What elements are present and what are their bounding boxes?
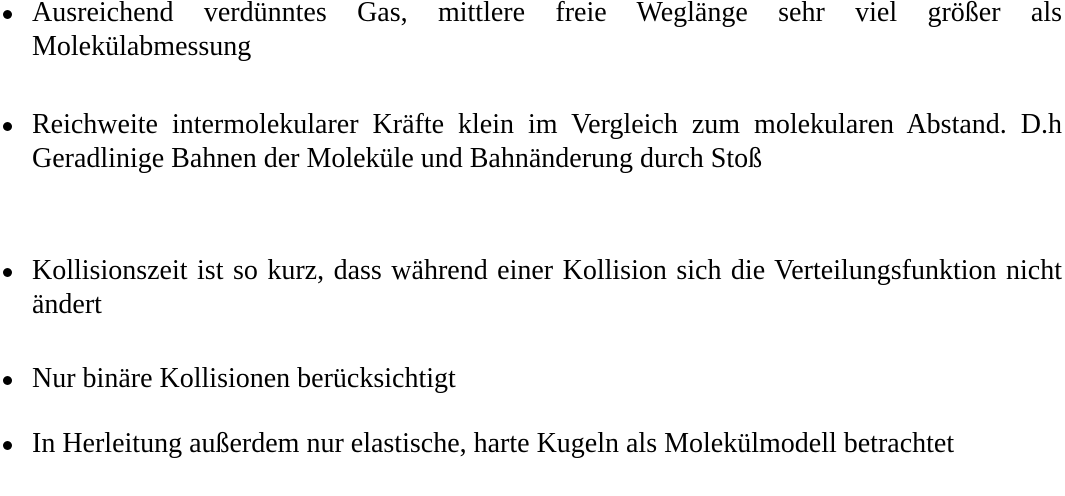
list-item-text: Kollisionszeit ist so kurz, dass während… xyxy=(32,255,1062,320)
bullet-icon xyxy=(3,441,12,450)
bullet-icon xyxy=(3,10,12,19)
list-item: Ausreichend verdünntes Gas, mittlere fre… xyxy=(0,0,1062,64)
list-item: Kollisionszeit ist so kurz, dass während… xyxy=(0,254,1062,322)
list-item-text: In Herleitung außerdem nur elastische, h… xyxy=(32,428,955,459)
bullet-icon xyxy=(3,268,12,277)
list-item-text: Ausreichend verdünntes Gas, mittlere fre… xyxy=(32,0,1062,62)
list-item: In Herleitung außerdem nur elastische, h… xyxy=(0,427,1062,461)
list-item-text: Nur binäre Kollisionen berücksichtigt xyxy=(32,363,456,394)
list-item: Reichweite intermolekularer Kräfte klein… xyxy=(0,108,1062,176)
bullet-icon xyxy=(3,376,12,385)
bullet-icon xyxy=(3,122,12,131)
list-item-text: Reichweite intermolekularer Kräfte klein… xyxy=(32,109,1062,174)
document-page: Ausreichend verdünntes Gas, mittlere fre… xyxy=(0,0,1065,496)
list-item: Nur binäre Kollisionen berücksichtigt xyxy=(0,362,1062,396)
